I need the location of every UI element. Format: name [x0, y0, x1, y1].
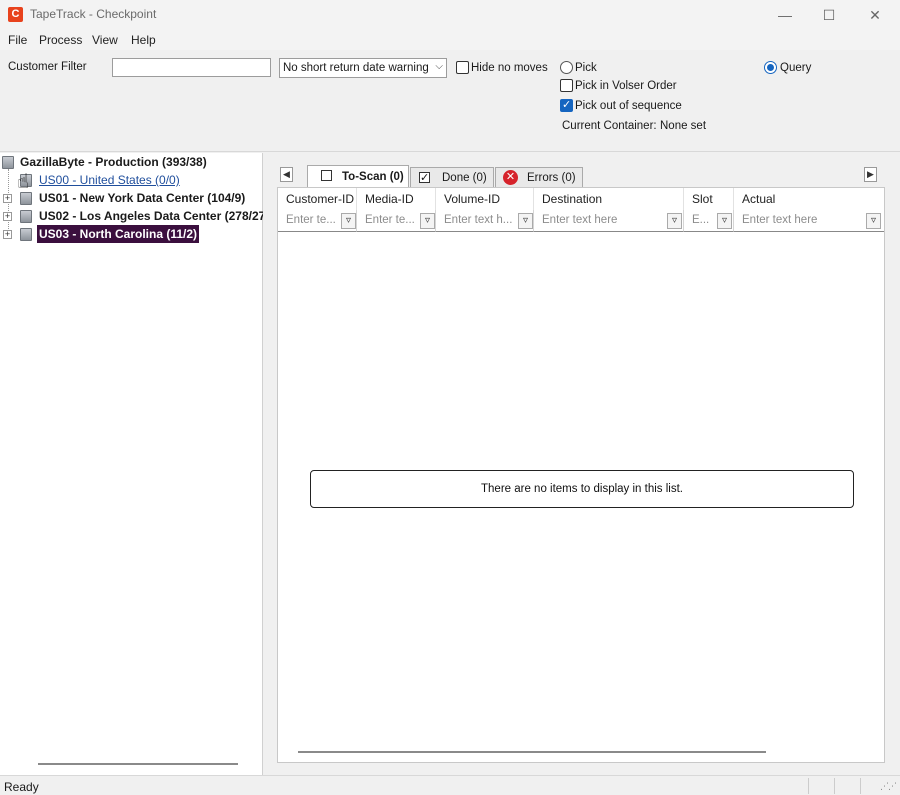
tab-errors[interactable]: ✕ Errors (0) [495, 167, 583, 187]
tree-item-us01[interactable]: + US01 - New York Data Center (104/9) [0, 189, 263, 207]
filter-placeholder: Enter text h... [444, 214, 513, 226]
tree-item-label: US02 - Los Angeles Data Center (278/27 [39, 209, 263, 223]
column-header-slot[interactable]: Slot [684, 188, 734, 210]
tree-item-label: US00 - United States (0/0) [39, 173, 180, 187]
title-bar: C TapeTrack - Checkpoint — ☐ ✕ [0, 0, 900, 30]
tree-root-row[interactable]: GazillaByte - Production (393/38) [0, 153, 263, 171]
status-panel-divider [834, 778, 835, 794]
customer-filter-label: Customer Filter [8, 61, 87, 73]
maximize-button[interactable]: ☐ [806, 0, 852, 30]
hide-no-moves-checkbox[interactable] [456, 61, 469, 74]
menu-help[interactable]: Help [131, 33, 156, 47]
filter-placeholder: Enter text here [742, 214, 818, 226]
pick-label: Pick [575, 62, 597, 74]
tab-done[interactable]: Done (0) [410, 167, 494, 187]
filter-placeholder: Enter te... [365, 214, 415, 226]
menu-view[interactable]: View [92, 33, 118, 47]
query-radio[interactable] [764, 61, 777, 74]
tab-label: Done (0) [442, 172, 487, 184]
current-container-label: Current Container: [562, 120, 657, 132]
column-header-actual[interactable]: Actual [734, 188, 884, 210]
resize-grip-icon[interactable]: ⋰⋰ [880, 781, 897, 792]
expand-icon[interactable]: + [3, 212, 12, 221]
pick-out-of-sequence-label: Pick out of sequence [575, 100, 682, 112]
empty-list-message: There are no items to display in this li… [310, 470, 854, 508]
filter-funnel-icon[interactable]: ▿ [717, 213, 732, 229]
hide-no-moves-label: Hide no moves [471, 62, 548, 74]
filter-slot[interactable]: E... ▿ [684, 210, 734, 232]
tree-item-us03[interactable]: + US03 - North Carolina (11/2) [0, 225, 263, 243]
customer-filter-input[interactable] [112, 58, 271, 77]
column-header-destination[interactable]: Destination [534, 188, 684, 210]
filter-placeholder: Enter text here [542, 214, 618, 226]
tab-to-scan[interactable]: To-Scan (0) [307, 165, 409, 187]
status-text: Ready [4, 780, 39, 794]
scan-list-grid[interactable]: Customer-ID Media-ID Volume-ID Destinati… [277, 187, 885, 763]
filter-destination[interactable]: Enter text here ▿ [534, 210, 684, 232]
filter-placeholder: Enter te... [286, 214, 336, 226]
return-date-warning-select[interactable]: No short return date warning ⌵ [279, 58, 447, 78]
tab-scroll-right-button[interactable]: ▶ [864, 167, 877, 182]
expand-icon[interactable]: + [3, 230, 12, 239]
filter-media-id[interactable]: Enter te... ▿ [357, 210, 436, 232]
pick-in-volser-order-label: Pick in Volser Order [575, 80, 677, 92]
expand-icon[interactable]: + [3, 194, 12, 203]
tab-scroll-left-button[interactable]: ◀ [280, 167, 293, 182]
pick-in-volser-order-checkbox[interactable] [560, 79, 573, 92]
filter-volume-id[interactable]: Enter text h... ▿ [436, 210, 534, 232]
menu-process[interactable]: Process [39, 33, 82, 47]
filter-funnel-icon[interactable]: ▿ [667, 213, 682, 229]
unchecked-box-icon [321, 170, 332, 181]
return-date-warning-value: No short return date warning [283, 62, 429, 74]
server-icon [20, 210, 32, 223]
column-header-customer-id[interactable]: Customer-ID [278, 188, 357, 210]
close-button[interactable]: ✕ [852, 0, 898, 30]
column-header-volume-id[interactable]: Volume-ID [436, 188, 534, 210]
status-panel-divider [860, 778, 861, 794]
chevron-down-icon: ⌵ [435, 61, 443, 72]
column-header-media-id[interactable]: Media-ID [357, 188, 436, 210]
filter-actual[interactable]: Enter text here ▿ [734, 210, 884, 232]
tree-root-label: GazillaByte - Production (393/38) [20, 155, 207, 169]
window-title: TapeTrack - Checkpoint [30, 7, 157, 21]
filter-placeholder: E... [692, 214, 710, 226]
minimize-button[interactable]: — [762, 0, 808, 30]
checked-box-icon [419, 169, 430, 187]
query-label: Query [780, 62, 812, 74]
grid-horizontal-scrollbar[interactable] [298, 751, 766, 753]
tree-item-us02[interactable]: + US02 - Los Angeles Data Center (278/27 [0, 207, 263, 225]
pick-radio[interactable] [560, 61, 573, 74]
tab-label: Errors (0) [527, 172, 576, 184]
status-panel-divider [808, 778, 809, 794]
filter-funnel-icon[interactable]: ▿ [341, 213, 356, 229]
tree-horizontal-scrollbar[interactable] [38, 763, 238, 765]
filter-funnel-icon[interactable]: ▿ [518, 213, 533, 229]
server-icon [20, 192, 32, 205]
tree-item-label: US01 - New York Data Center (104/9) [39, 191, 246, 205]
menu-bar: File Process View Help [0, 30, 900, 50]
tree-item-label-selected: US03 - North Carolina (11/2) [37, 225, 200, 243]
filter-customer-id[interactable]: Enter te... ▿ [278, 210, 357, 232]
error-icon: ✕ [503, 170, 518, 185]
customer-tree[interactable]: GazillaByte - Production (393/38) US00 -… [0, 153, 263, 775]
menu-file[interactable]: File [8, 33, 27, 47]
server-icon [2, 156, 14, 169]
tree-item-us00[interactable]: US00 - United States (0/0) ☝ [0, 171, 263, 192]
status-bar: Ready ⋰⋰ [0, 775, 900, 795]
app-logo-icon: C [8, 7, 23, 22]
filter-funnel-icon[interactable]: ▿ [420, 213, 435, 229]
filter-funnel-icon[interactable]: ▿ [866, 213, 881, 229]
pick-out-of-sequence-checkbox[interactable] [560, 98, 573, 112]
server-icon [20, 228, 32, 241]
tab-label: To-Scan (0) [342, 171, 404, 183]
current-container-value: None set [660, 120, 707, 132]
